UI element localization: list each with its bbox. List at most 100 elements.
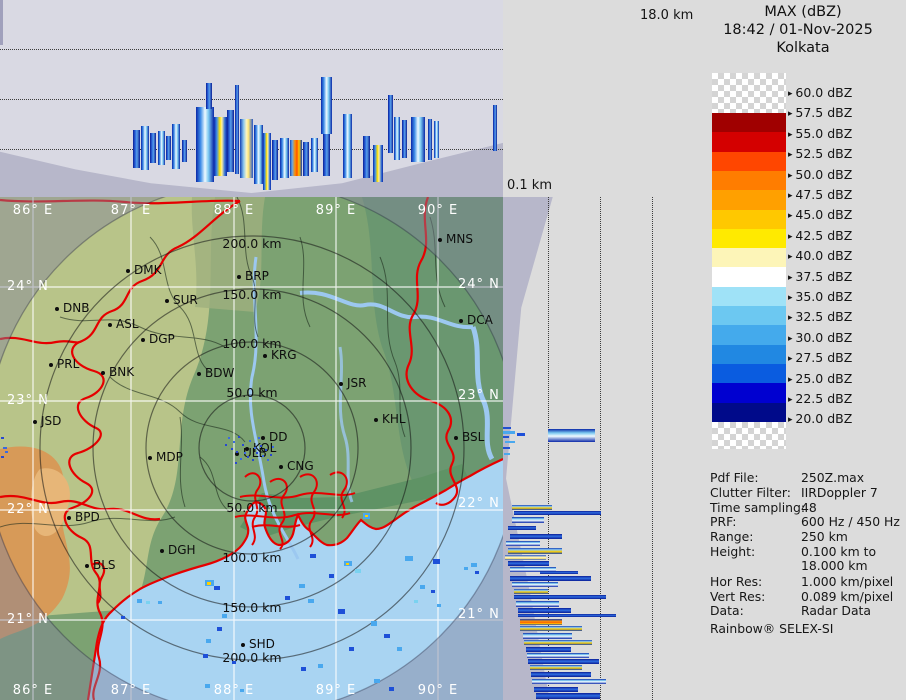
echo-row	[512, 582, 558, 587]
range-ring-label: 50.0 km	[226, 385, 278, 400]
echo-cell	[464, 567, 468, 570]
legend-entry-label: 25.0 dBZ	[788, 371, 852, 386]
product-title: MAX (dBZ)	[764, 4, 842, 20]
echo-row	[524, 640, 592, 645]
metadata-label: Range:	[710, 529, 754, 544]
legend-entry-label: 20.0 dBZ	[788, 411, 852, 426]
echo-cell	[318, 664, 323, 668]
echo-column	[323, 134, 330, 176]
echo-cell	[420, 585, 425, 589]
echo-cell	[232, 661, 236, 664]
echo-cell	[270, 454, 272, 456]
echo-row	[510, 534, 562, 539]
metadata-value: 0.100 km to	[801, 544, 877, 559]
echo-cell	[233, 441, 235, 443]
echo-cell	[203, 654, 208, 658]
metadata-label: Time sampling:	[710, 500, 806, 515]
echo-column	[133, 130, 140, 168]
metadata-value: 250Z.max	[801, 470, 865, 485]
city-label: BLS	[93, 558, 116, 572]
city-label: JSD	[41, 414, 62, 428]
echo-cell	[471, 563, 477, 567]
echo-row	[508, 561, 549, 566]
legend-swatch	[712, 267, 786, 288]
legend-entry-label: 55.0 dBZ	[788, 126, 852, 141]
city-dot	[33, 420, 37, 424]
echo-cell	[384, 634, 390, 638]
legend-entry-label: 52.5 dBZ	[788, 146, 852, 161]
legend-swatch-transparent	[712, 73, 786, 113]
metadata-label: Pdf File:	[710, 470, 759, 485]
echo-cell	[329, 574, 334, 578]
echo-column	[150, 133, 156, 163]
legend-swatch	[712, 402, 786, 423]
xz-cross-section-panel	[0, 0, 503, 197]
legend-swatch	[712, 248, 786, 268]
echo-edge-mark	[503, 427, 511, 429]
echo-cell	[3, 447, 7, 449]
metadata-value: 18.000 km	[801, 558, 868, 573]
echo-cell	[338, 609, 345, 614]
city-dot	[261, 436, 265, 440]
echo-cell	[265, 449, 267, 451]
echo-column	[196, 107, 214, 182]
echo-cell	[258, 437, 260, 439]
echo-cell	[397, 647, 402, 651]
city-dot	[160, 549, 164, 553]
echo-column	[0, 0, 3, 45]
echo-column	[493, 105, 497, 151]
city-dot	[197, 372, 201, 376]
echo-cell	[260, 445, 262, 447]
echo-cell	[349, 647, 354, 651]
city-dot	[165, 299, 169, 303]
echo-cell	[267, 459, 269, 461]
echo-cell	[310, 554, 316, 558]
echo-cell	[205, 684, 210, 688]
latlon-label: 22° N	[7, 502, 49, 517]
legend-entry-label: 37.5 dBZ	[788, 269, 852, 284]
echo-cell	[1, 437, 4, 439]
echo-cell	[249, 440, 251, 442]
echo-cell	[146, 601, 150, 604]
legend-entry-label: 32.5 dBZ	[788, 309, 852, 324]
city-dot	[279, 465, 283, 469]
legend-entry-label: 40.0 dBZ	[788, 248, 852, 263]
metadata-value: 48	[801, 500, 817, 515]
city-label: PRL	[57, 357, 80, 371]
city-dot	[108, 323, 112, 327]
echo-column	[227, 110, 234, 172]
echo-cell	[121, 616, 125, 619]
echo-column	[434, 121, 439, 158]
echo-cell	[214, 586, 220, 590]
city-dot	[438, 238, 442, 242]
echo-column	[158, 131, 165, 165]
echo-edge-mark	[517, 433, 525, 436]
height-gridline-v	[600, 197, 601, 700]
echo-column	[240, 119, 253, 178]
city-dot	[237, 275, 241, 279]
echo-column	[343, 114, 352, 178]
city-label: BDW	[205, 366, 235, 380]
legend-entry-label: 45.0 dBZ	[788, 207, 852, 222]
echo-cell	[1, 456, 4, 458]
legend-swatch	[712, 383, 786, 403]
latlon-label: 90° E	[417, 683, 459, 698]
echo-cell	[247, 456, 249, 458]
echo-column	[388, 95, 393, 153]
echo-cell	[262, 455, 264, 457]
echo-row	[523, 633, 572, 639]
legend-entry-label: 42.5 dBZ	[788, 228, 852, 243]
range-ring-label: 150.0 km	[222, 287, 282, 302]
metadata-value: IIRDoppler 7	[801, 485, 878, 500]
echo-cell	[235, 462, 237, 464]
city-label: SHD	[249, 637, 275, 651]
echo-cell	[217, 627, 222, 631]
latlon-label: 90° E	[417, 203, 459, 218]
city-label: MNS	[446, 232, 473, 246]
latlon-label: 23° N	[7, 393, 49, 408]
echo-cell	[236, 451, 238, 453]
legend-swatch	[712, 113, 786, 133]
echo-column	[280, 138, 289, 178]
echo-row	[531, 672, 591, 677]
echo-cell	[414, 600, 418, 603]
